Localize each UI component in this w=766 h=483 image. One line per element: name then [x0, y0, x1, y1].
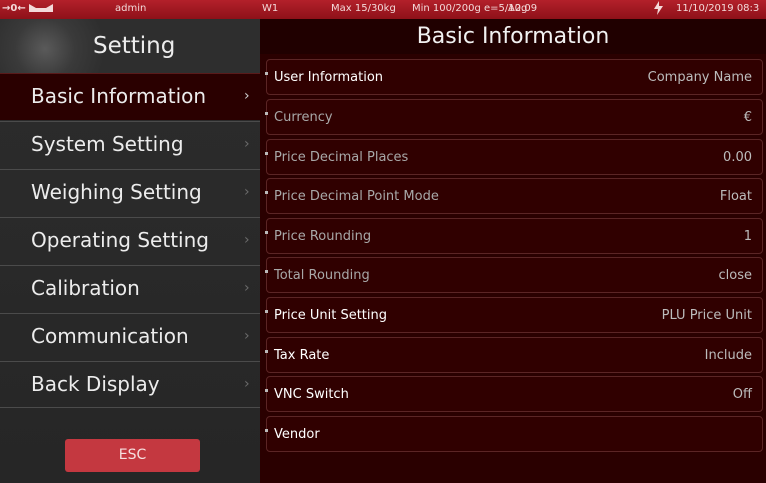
- chevron-right-icon: ›: [244, 328, 250, 344]
- setting-row-price-decimal-places: Price Decimal Places 0.00: [265, 139, 763, 175]
- sidebar-item-label: Back Display: [31, 372, 160, 396]
- bullet-icon: [265, 350, 268, 353]
- setting-label: Currency: [274, 110, 333, 125]
- version: A2.09: [508, 3, 538, 14]
- capacity: Max 15/30kg: [331, 3, 396, 14]
- setting-row-price-decimal-point-mode: Price Decimal Point Mode Float: [265, 178, 763, 214]
- setting-row-price-unit-setting[interactable]: Price Unit Setting PLU Price Unit: [265, 297, 763, 333]
- setting-value: 1: [743, 229, 752, 244]
- datetime: 11/10/2019 08:3: [676, 3, 760, 14]
- setting-row-currency: Currency €: [265, 99, 763, 135]
- sidebar: Setting Basic Information › System Setti…: [0, 19, 260, 483]
- sidebar-item-system-setting[interactable]: System Setting ›: [0, 121, 260, 168]
- power-icon: [654, 1, 663, 18]
- setting-row-user-information[interactable]: User Information Company Name: [265, 59, 763, 95]
- sidebar-item-label: Calibration: [31, 276, 140, 300]
- sidebar-item-calibration[interactable]: Calibration ›: [0, 265, 260, 312]
- tare-icon: [28, 2, 54, 17]
- bullet-icon: [265, 231, 268, 234]
- setting-label: Price Decimal Point Mode: [274, 189, 439, 204]
- sidebar-item-weighing-setting[interactable]: Weighing Setting ›: [0, 169, 260, 216]
- setting-value: Company Name: [647, 70, 752, 85]
- setting-label: User Information: [274, 70, 384, 85]
- status-bar: →0← admin W1 Max 15/30kg Min 100/200g e=…: [0, 0, 766, 19]
- sidebar-item-label: Communication: [31, 324, 189, 348]
- sidebar-item-label: Weighing Setting: [31, 180, 202, 204]
- page-title: Basic Information: [260, 19, 766, 54]
- sidebar-item-label: Operating Setting: [31, 228, 209, 252]
- setting-value: Off: [732, 387, 752, 402]
- setting-row-total-rounding: Total Rounding close: [265, 257, 763, 293]
- chevron-right-icon: ›: [244, 232, 250, 248]
- sidebar-header: Setting: [0, 19, 260, 73]
- sidebar-item-basic-information[interactable]: Basic Information ›: [0, 73, 260, 120]
- user-name: admin: [115, 3, 147, 14]
- setting-label: Total Rounding: [274, 268, 370, 283]
- sidebar-item-label: System Setting: [31, 132, 184, 156]
- chevron-right-icon: ›: [244, 88, 250, 104]
- chevron-right-icon: ›: [244, 184, 250, 200]
- chevron-right-icon: ›: [244, 376, 250, 392]
- zero-indicator: →0←: [2, 3, 26, 14]
- sidebar-item-back-display[interactable]: Back Display ›: [0, 361, 260, 408]
- setting-value: Include: [704, 348, 752, 363]
- setting-row-tax-rate[interactable]: Tax Rate Include: [265, 337, 763, 373]
- setting-value: €: [743, 110, 752, 125]
- setting-row-vnc-switch[interactable]: VNC Switch Off: [265, 376, 763, 412]
- bullet-icon: [265, 191, 268, 194]
- bullet-icon: [265, 310, 268, 313]
- sidebar-item-operating-setting[interactable]: Operating Setting ›: [0, 217, 260, 264]
- setting-label: Tax Rate: [274, 348, 330, 363]
- bullet-icon: [265, 72, 268, 75]
- setting-value: 0.00: [723, 150, 752, 165]
- bullet-icon: [265, 429, 268, 432]
- setting-label: Price Rounding: [274, 229, 372, 244]
- sidebar-item-label: Basic Information: [31, 84, 207, 108]
- chevron-right-icon: ›: [244, 280, 250, 296]
- bullet-icon: [265, 270, 268, 273]
- setting-label: Vendor: [274, 427, 320, 442]
- chevron-right-icon: ›: [244, 136, 250, 152]
- scale-id: W1: [262, 3, 279, 14]
- setting-row-price-rounding: Price Rounding 1: [265, 218, 763, 254]
- bullet-icon: [265, 152, 268, 155]
- setting-label: VNC Switch: [274, 387, 349, 402]
- setting-row-vendor[interactable]: Vendor: [265, 416, 763, 452]
- setting-label: Price Unit Setting: [274, 308, 387, 323]
- setting-value: PLU Price Unit: [661, 308, 752, 323]
- setting-value: close: [718, 268, 752, 283]
- setting-label: Price Decimal Places: [274, 150, 409, 165]
- sidebar-title: Setting: [93, 33, 176, 59]
- main-panel: Basic Information User Information Compa…: [260, 19, 766, 483]
- sidebar-item-communication[interactable]: Communication ›: [0, 313, 260, 360]
- setting-value: Float: [719, 189, 752, 204]
- bullet-icon: [265, 389, 268, 392]
- bullet-icon: [265, 112, 268, 115]
- esc-button[interactable]: ESC: [65, 439, 200, 472]
